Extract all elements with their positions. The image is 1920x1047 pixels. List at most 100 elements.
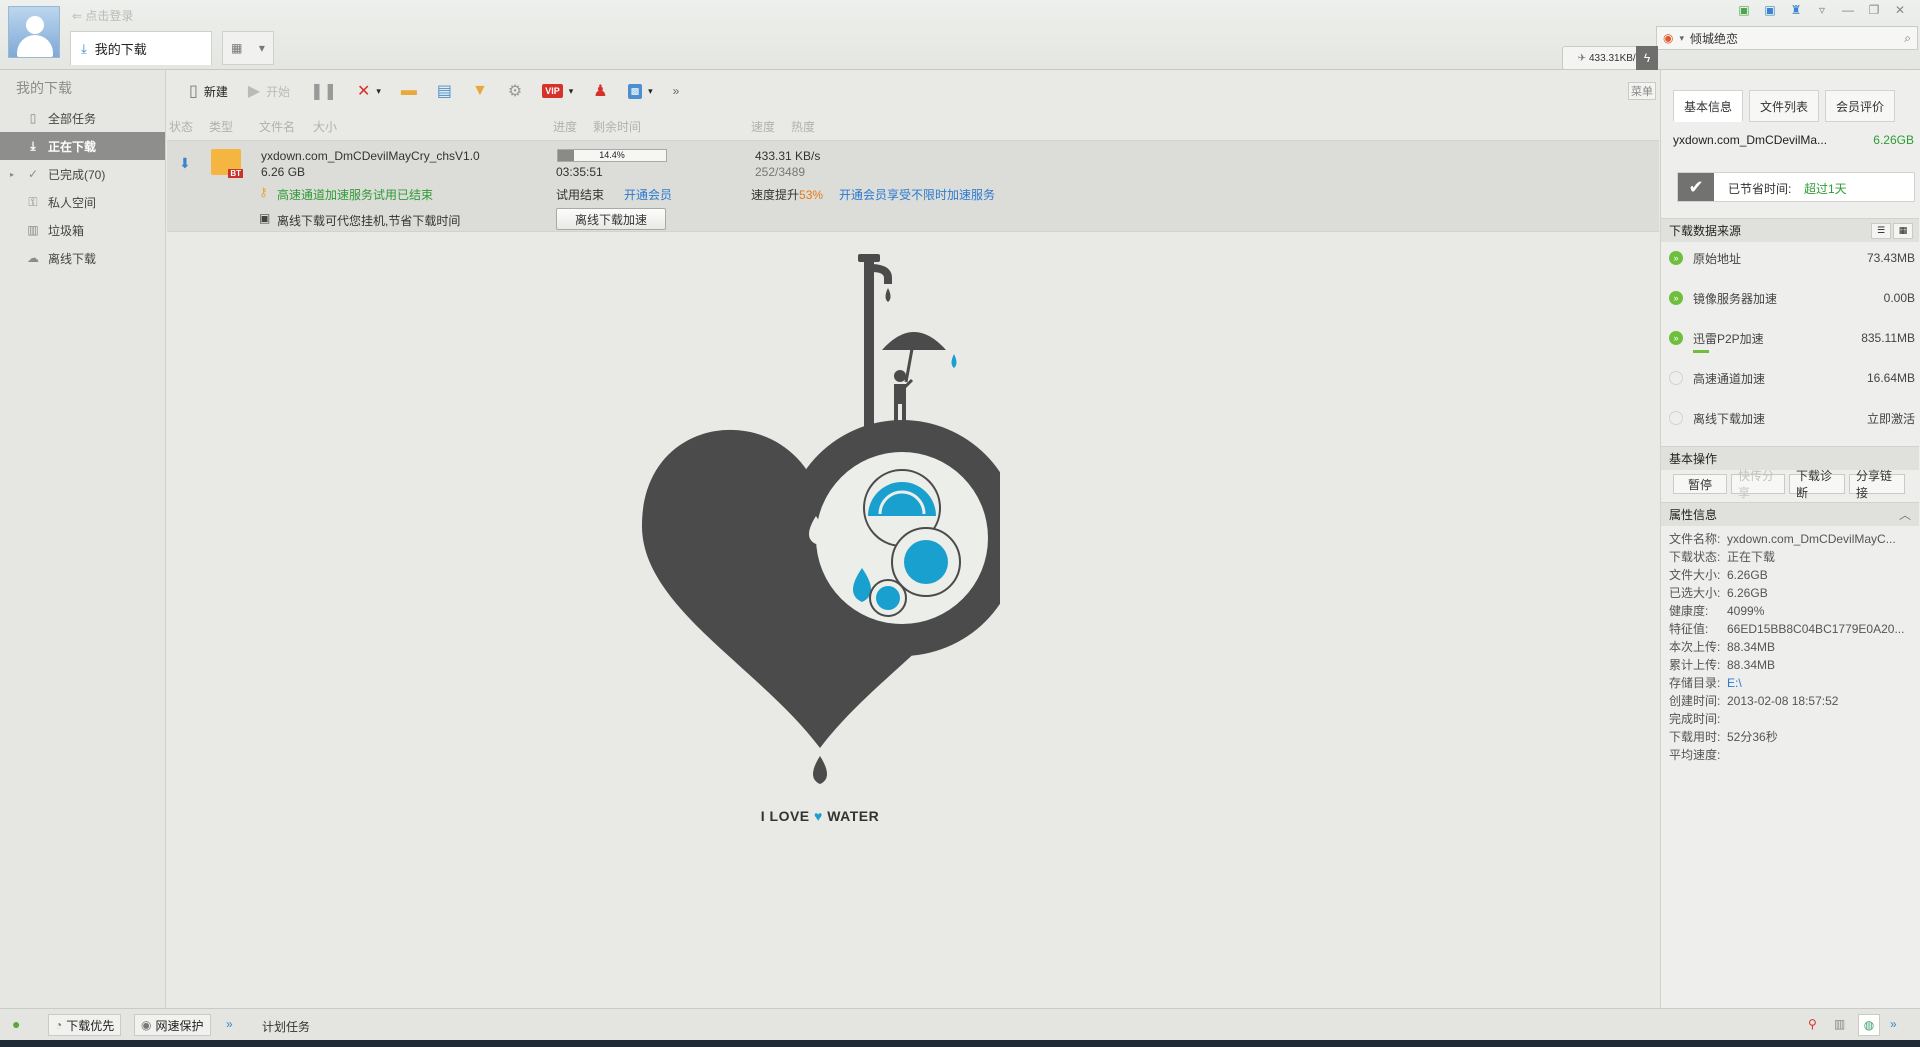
play-icon: ▶	[247, 83, 261, 100]
open-folder-button[interactable]: ▬	[393, 76, 425, 106]
new-task-button[interactable]: ▯ 新建	[181, 76, 236, 106]
tab-my-downloads[interactable]: ⤓ 我的下载	[70, 31, 212, 65]
boost-bolt-button[interactable]: ϟ	[1636, 46, 1658, 70]
settings-button[interactable]: ⚙	[500, 76, 530, 106]
speed-boost-value: 53%	[799, 188, 824, 202]
search-bar[interactable]: ◉ ▾ 倾城绝恋 ⌕	[1656, 26, 1918, 50]
gear-icon: ⚙	[507, 83, 523, 100]
col-status[interactable]: 状态	[169, 118, 193, 135]
scheduled-tasks-link[interactable]: 计划任务	[262, 1018, 310, 1035]
col-size[interactable]: 大小	[313, 118, 337, 135]
panel-file-name: yxdown.com_DmCDevilMa...	[1673, 133, 1828, 147]
login-link[interactable]: ⇐ 点击登录	[72, 7, 133, 24]
list-view-icon[interactable]: ☰	[1871, 222, 1891, 239]
avatar[interactable]	[8, 6, 60, 58]
property-key: 本次上传:	[1669, 640, 1721, 654]
property-row: 文件名称: yxdown.com_DmCDevilMayC...	[1669, 530, 1917, 547]
notification-button[interactable]: ♟	[585, 76, 615, 106]
pause-button[interactable]: ❚❚	[302, 76, 345, 106]
more-tools-button[interactable]: »	[665, 76, 688, 106]
close-icon[interactable]: ✕	[1892, 3, 1908, 17]
search-input[interactable]: 倾城绝恋	[1690, 30, 1898, 47]
property-value: yxdown.com_DmCDevilMayC...	[1727, 532, 1896, 546]
start-button[interactable]: ▶ 开始	[240, 76, 298, 106]
faucet-drop	[885, 288, 891, 302]
connection-status-icon[interactable]: ●	[12, 1016, 20, 1032]
sidebar-item-all-tasks[interactable]: ▯ 全部任务	[0, 104, 165, 132]
ops-buttons: 暂停 快传分享 下载诊断 分享链接	[1673, 469, 1905, 500]
property-value: 66ED15BB8C04BC1779E0A20...	[1727, 622, 1905, 636]
import-button[interactable]: ▼	[464, 76, 496, 106]
bar-chart-icon[interactable]: ▥	[1834, 1017, 1845, 1031]
property-row: 健康度: 4099%	[1669, 602, 1917, 619]
search-icon[interactable]: ⌕	[1904, 31, 1911, 46]
message-icon[interactable]: ▣	[1762, 3, 1778, 17]
browser-icon[interactable]: ◍	[1858, 1014, 1880, 1036]
new-file-icon: ▯	[189, 83, 198, 100]
col-filename[interactable]: 文件名	[259, 118, 295, 135]
avatar-body	[17, 35, 53, 57]
offline-notice: 离线下载可代您挂机,节省下载时间	[277, 214, 461, 228]
document-icon: ▯	[29, 111, 37, 125]
quick-share-button[interactable]: 快传分享	[1731, 469, 1785, 500]
props-section-header[interactable]: 属性信息 ︿	[1661, 502, 1919, 526]
vip-badge-icon: VIP	[542, 84, 563, 98]
expand-tray-icon[interactable]: »	[1890, 1017, 1897, 1031]
pause-task-button[interactable]: 暂停	[1673, 474, 1727, 494]
chevron-down-icon[interactable]: ▾	[1679, 33, 1684, 44]
vip-promo-link[interactable]: 开通会员享受不限时加速服务	[839, 186, 995, 203]
col-heat[interactable]: 热度	[791, 118, 815, 135]
property-key: 累计上传:	[1669, 658, 1721, 672]
expand-caret-icon[interactable]: ▸	[10, 170, 18, 179]
source-row-p2p: » 迅雷P2P加速 835.11MB	[1669, 328, 1915, 348]
sidebar: 我的下载 ▯ 全部任务 ⤓ 正在下载 ▸ ✓ 已完成(70) ⚿ 私人空间 ▥ …	[0, 70, 166, 1018]
shirt-icon[interactable]: ♜	[1788, 3, 1804, 17]
dropdown-icon[interactable]: ▿	[1814, 3, 1830, 17]
share-link-button[interactable]: 分享链接	[1849, 469, 1905, 500]
shield-icon: ◉	[141, 1018, 152, 1032]
speed-protect-button[interactable]: ◉ 网速保护	[134, 1014, 211, 1036]
minimize-icon[interactable]: —	[1840, 3, 1856, 17]
sidebar-item-completed[interactable]: ▸ ✓ 已完成(70)	[0, 160, 165, 188]
location-pin-icon[interactable]: ⚲	[1808, 1017, 1817, 1031]
open-vip-link[interactable]: 开通会员	[624, 186, 672, 203]
col-speed[interactable]: 速度	[751, 118, 775, 135]
tab-file-list[interactable]: 文件列表	[1749, 90, 1819, 122]
delete-button[interactable]: ✕ ▾	[349, 76, 389, 106]
col-progress[interactable]: 进度	[553, 118, 577, 135]
sidebar-item-trash[interactable]: ▥ 垃圾箱	[0, 216, 165, 244]
more-status-icon[interactable]: »	[226, 1017, 233, 1031]
menu-button[interactable]: 菜单	[1628, 82, 1656, 100]
chevron-down-icon: ▾	[648, 85, 653, 96]
property-row: 文件大小: 6.26GB	[1669, 566, 1917, 583]
vip-button[interactable]: VIP ▾	[534, 76, 581, 106]
property-value[interactable]: E:\	[1727, 676, 1742, 690]
restore-icon[interactable]: ❐	[1866, 3, 1882, 17]
p2p-activity-bar	[1693, 350, 1709, 353]
window-view-button[interactable]: ▤	[429, 76, 460, 106]
task-filename[interactable]: yxdown.com_DmCDevilMayCry_chsV1.0	[261, 149, 480, 163]
tab-basic-info[interactable]: 基本信息	[1673, 90, 1743, 122]
sidebar-item-private[interactable]: ⚿ 私人空间	[0, 188, 165, 216]
activate-now-link[interactable]: 立即激活	[1867, 410, 1915, 427]
download-priority-button[interactable]: ◔ 下载优先	[48, 1014, 122, 1036]
collapse-chevron-icon[interactable]: ︿	[1899, 506, 1911, 523]
skin-icon[interactable]: ▣	[1736, 3, 1752, 17]
tab-member-reviews[interactable]: 会员评价	[1825, 90, 1895, 122]
sidebar-item-offline[interactable]: ☁ 离线下载	[0, 244, 165, 272]
col-remaining[interactable]: 剩余时间	[593, 118, 641, 135]
property-value: 88.34MB	[1727, 640, 1776, 654]
cleanup-button[interactable]: ▩ ▾	[620, 76, 661, 106]
diagnose-button[interactable]: 下载诊断	[1789, 469, 1845, 500]
tab-grid-switcher[interactable]: ▦ ▾	[222, 31, 274, 65]
grid-view-icon[interactable]: ▦	[1893, 222, 1913, 239]
grid-icon: ▦	[231, 41, 243, 55]
table-row[interactable]: ⬇ yxdown.com_DmCDevilMayCry_chsV1.0 6.26…	[167, 140, 1659, 232]
browser-logo-icon: ◉	[1663, 31, 1674, 45]
window-controls: ▣ ▣ ♜ ▿ — ❐ ✕	[1736, 3, 1908, 17]
offline-accelerate-button[interactable]: 离线下载加速	[556, 208, 666, 230]
sources-section-header: 下载数据来源 ☰ ▦	[1661, 218, 1919, 242]
sidebar-title: 我的下载	[16, 80, 72, 96]
sidebar-item-downloading[interactable]: ⤓ 正在下载	[0, 132, 165, 160]
col-type[interactable]: 类型	[209, 118, 233, 135]
